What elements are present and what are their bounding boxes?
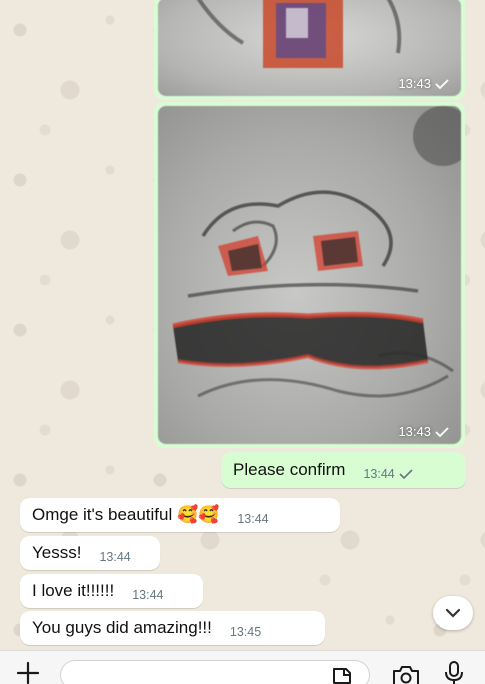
image-thumbnail[interactable]: [158, 106, 461, 444]
sent-check-icon: [399, 469, 413, 479]
image-message[interactable]: 13:43: [154, 102, 465, 448]
message-meta: 13:44: [363, 467, 413, 481]
message-text: Omge it's beautiful 🥰🥰: [32, 505, 220, 524]
camera-icon[interactable]: [392, 666, 420, 684]
message-text: Please confirm: [233, 460, 346, 479]
scroll-to-bottom-button[interactable]: [433, 596, 473, 630]
message-time: 13:44: [237, 512, 269, 526]
message-input[interactable]: [60, 660, 370, 684]
message-meta: 13:44: [99, 550, 130, 564]
incoming-message[interactable]: Yesss! 13:44: [20, 536, 160, 570]
incoming-message[interactable]: You guys did amazing!!! 13:45: [20, 611, 325, 645]
message-time: 13:44: [132, 588, 164, 602]
image-message[interactable]: 13:43: [154, 0, 465, 100]
message-meta: 13:43: [398, 424, 449, 439]
message-time: 13:44: [363, 467, 395, 481]
outgoing-message[interactable]: Please confirm 13:44: [221, 452, 466, 488]
message-input-bar: [0, 650, 485, 684]
sent-check-icon: [435, 78, 449, 89]
message-meta: 13:43: [398, 76, 449, 91]
chat-area[interactable]: 13:43 13:43 Please confirm 13:44 Omge it…: [0, 0, 485, 648]
message-time: 13:43: [398, 76, 431, 91]
incoming-message[interactable]: I love it!!!!!! 13:44: [20, 574, 203, 608]
message-meta: 13:44: [237, 512, 268, 526]
message-time: 13:45: [229, 625, 262, 639]
message-time: 13:43: [398, 424, 431, 439]
chevron-down-icon: [445, 608, 461, 618]
plus-icon[interactable]: [16, 661, 40, 684]
microphone-icon[interactable]: [444, 661, 464, 684]
message-text: I love it!!!!!!: [32, 581, 115, 600]
message-time: 13:44: [99, 550, 131, 564]
sent-check-icon: [435, 426, 449, 437]
message-text: Yesss!: [32, 543, 82, 562]
message-text: You guys did amazing!!!: [32, 618, 212, 637]
message-meta: 13:44: [132, 588, 163, 602]
incoming-message[interactable]: Omge it's beautiful 🥰🥰 13:44: [20, 498, 340, 532]
sticker-icon[interactable]: [331, 666, 353, 684]
message-meta: 13:45: [230, 625, 261, 639]
